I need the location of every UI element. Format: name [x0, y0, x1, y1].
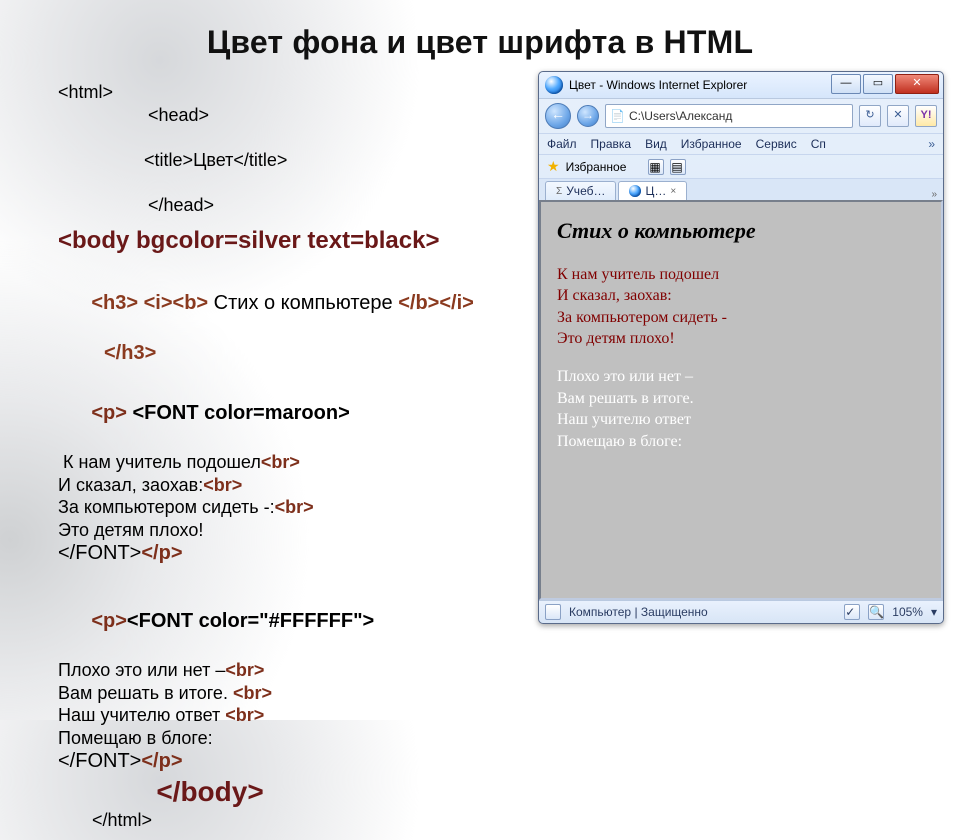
- p2-l4: Помещаю в блоге:: [557, 433, 682, 450]
- br-2: <br>: [203, 475, 242, 495]
- tab-1-icon: Σ: [556, 186, 562, 197]
- p1-l4: Это детям плохо!: [557, 330, 675, 347]
- tag-head-open: <head>: [148, 105, 209, 125]
- window-close-button[interactable]: ✕: [895, 74, 939, 94]
- browser-window: Цвет - Windows Internet Explorer — ▭ ✕ ←…: [538, 71, 944, 624]
- rendered-paragraph-1: К нам учитель подошел И сказал, заохав: …: [557, 264, 925, 350]
- tag-p-close-1: </p>: [141, 542, 182, 564]
- menu-favorites[interactable]: Избранное: [681, 137, 742, 151]
- window-minimize-button[interactable]: —: [831, 74, 861, 94]
- fav-shortcut-1[interactable]: ▦: [648, 159, 664, 175]
- slide-title: Цвет фона и цвет шрифта в HTML: [0, 0, 960, 67]
- poem2-l1: Плохо это или нет –: [58, 660, 225, 680]
- favorites-bar: ★ Избранное ▦ ▤: [539, 154, 943, 178]
- tag-html-open: <html>: [58, 82, 113, 102]
- tag-font-maroon: <FONT color=maroon>: [127, 402, 350, 424]
- page-viewport: Стих о компьютере К нам учитель подошел …: [539, 200, 943, 600]
- p2-l1: Плохо это или нет –: [557, 368, 693, 385]
- source-code-listing: <html> <head> <title>Цвет</title> </head…: [24, 67, 530, 840]
- tag-title-close: </title>: [233, 150, 287, 170]
- p1-l2: И сказал, заохав:: [557, 287, 672, 304]
- menu-view[interactable]: Вид: [645, 137, 667, 151]
- zoom-level[interactable]: 105%: [892, 605, 923, 619]
- p1-l3: За компьютером сидеть -: [557, 309, 727, 326]
- rendered-paragraph-2: Плохо это или нет – Вам решать в итоге. …: [557, 366, 925, 452]
- zoom-dropdown[interactable]: ▾: [931, 605, 937, 619]
- menu-help[interactable]: Сп: [811, 137, 826, 151]
- stop-button[interactable]: ✕: [887, 105, 909, 127]
- tag-ib-close: </b></i>: [398, 292, 474, 314]
- tag-ib-open: <i><b>: [144, 292, 209, 314]
- tag-h3-close: </h3>: [104, 342, 156, 364]
- font-close-1: </FONT>: [58, 542, 141, 564]
- p2-l3: Наш учителю ответ: [557, 411, 691, 428]
- zoom-icon[interactable]: 🔍: [868, 604, 884, 620]
- favorites-label[interactable]: Избранное: [566, 160, 627, 174]
- tab-2[interactable]: Ц… ×: [618, 181, 687, 200]
- status-text: Компьютер | Защищенно: [569, 605, 708, 619]
- folder-icon: 📄: [610, 109, 625, 123]
- tab-2-label: Ц…: [645, 184, 666, 198]
- poem1-l3: За компьютером сидеть -:: [58, 497, 275, 517]
- tab-2-close[interactable]: ×: [670, 186, 676, 197]
- nav-bar: ← → 📄 C:\Users\Александ ↻ ✕ Y!: [539, 98, 943, 133]
- address-bar[interactable]: 📄 C:\Users\Александ: [605, 104, 853, 128]
- rendered-heading: Стих о компьютере: [557, 216, 925, 246]
- nav-forward-button[interactable]: →: [577, 105, 599, 127]
- menu-overflow[interactable]: »: [928, 137, 935, 151]
- tag-p-open-2: <p>: [91, 610, 127, 632]
- tab-1-label: Учеб…: [566, 184, 605, 198]
- br-1: <br>: [261, 452, 300, 472]
- tab-2-icon: [629, 185, 641, 197]
- poem1-l2: И сказал, заохав:: [58, 475, 203, 495]
- poem2-l4: Помещаю в блоге:: [58, 728, 213, 748]
- search-provider-button[interactable]: Y!: [915, 105, 937, 127]
- h3-content: Стих о компьютере: [208, 292, 398, 314]
- status-computer-icon: [545, 604, 561, 620]
- nav-back-button[interactable]: ←: [545, 103, 571, 129]
- tabs-overflow[interactable]: »: [931, 189, 937, 200]
- tag-p-open-1: <p>: [91, 402, 127, 424]
- slide-body: <html> <head> <title>Цвет</title> </head…: [0, 67, 960, 840]
- tag-title-open: <title>: [144, 150, 193, 170]
- poem2-l2: Вам решать в итоге.: [58, 683, 233, 703]
- protected-mode-icon[interactable]: ✓: [844, 604, 860, 620]
- tag-html-close: </html>: [92, 810, 152, 830]
- br-3: <br>: [275, 497, 314, 517]
- tag-body-close: </body>: [156, 776, 263, 807]
- poem2-l3: Наш учителю ответ: [58, 705, 225, 725]
- title-text: Цвет: [193, 150, 233, 170]
- menu-tools[interactable]: Сервис: [756, 137, 797, 151]
- menu-edit[interactable]: Правка: [591, 137, 632, 151]
- tab-strip: Σ Учеб… Ц… × »: [539, 178, 943, 200]
- tag-body-open: <body bgcolor=silver text=black>: [58, 227, 440, 254]
- tag-font-white: <FONT color="#FFFFFF">: [127, 610, 374, 632]
- tag-head-close: </head>: [148, 195, 214, 215]
- tag-h3-open: <h3>: [91, 292, 138, 314]
- refresh-button[interactable]: ↻: [859, 105, 881, 127]
- poem1-l1: К нам учитель подошел: [58, 452, 261, 472]
- p2-l2: Вам решать в итоге.: [557, 390, 694, 407]
- ie-logo-icon: [545, 76, 563, 94]
- menu-bar: Файл Правка Вид Избранное Сервис Сп »: [539, 133, 943, 154]
- br-6: <br>: [225, 705, 264, 725]
- star-icon: ★: [547, 158, 560, 175]
- tab-1[interactable]: Σ Учеб…: [545, 181, 616, 200]
- br-5: <br>: [233, 683, 272, 703]
- menu-file[interactable]: Файл: [547, 137, 577, 151]
- br-4: <br>: [225, 660, 264, 680]
- window-title-text: Цвет - Windows Internet Explorer: [569, 78, 747, 92]
- address-text: C:\Users\Александ: [629, 109, 732, 123]
- window-maximize-button[interactable]: ▭: [863, 74, 893, 94]
- status-bar: Компьютер | Защищенно ✓ 🔍 105% ▾: [539, 600, 943, 623]
- window-titlebar[interactable]: Цвет - Windows Internet Explorer — ▭ ✕: [539, 72, 943, 98]
- font-close-2: </FONT>: [58, 750, 141, 772]
- poem1-l4: Это детям плохо!: [58, 520, 203, 540]
- fav-shortcut-2[interactable]: ▤: [670, 159, 686, 175]
- tag-p-close-2: </p>: [141, 750, 182, 772]
- p1-l1: К нам учитель подошел: [557, 266, 719, 283]
